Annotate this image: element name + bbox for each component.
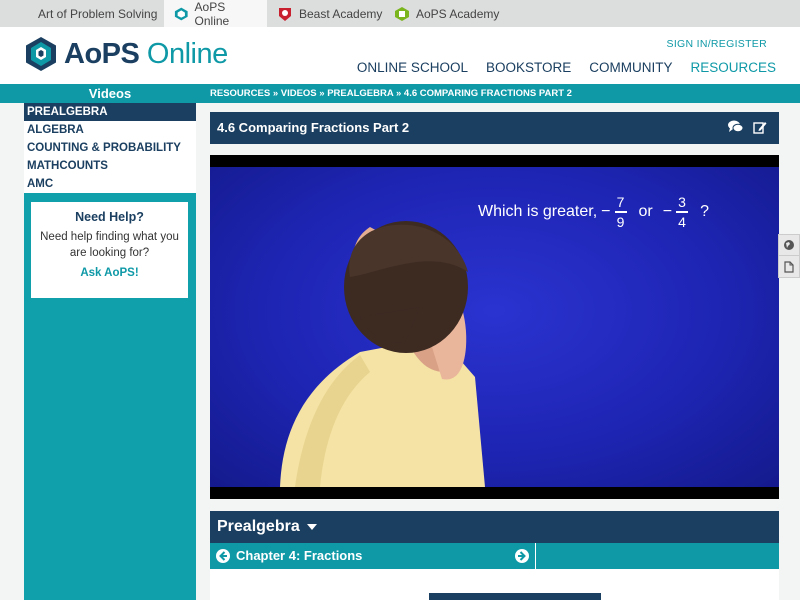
video-title: 4.6 Comparing Fractions Part 2 — [217, 120, 410, 135]
aops-cube-logo-icon — [26, 37, 56, 71]
need-help-box: Need Help? Need help finding what you ar… — [31, 202, 188, 298]
sidebar-item-prealgebra[interactable]: PREALGEBRA — [24, 103, 196, 121]
document-icon — [784, 260, 794, 273]
sidebar-item-algebra[interactable]: ALGEBRA — [24, 121, 196, 139]
aops-online-logo[interactable]: AoPS Online — [24, 36, 228, 72]
section-title: Videos — [88, 86, 132, 101]
previous-chapter-icon[interactable] — [216, 549, 230, 563]
video-title-bar: 4.6 Comparing Fractions Part 2 — [210, 112, 779, 144]
site-link-aops-online[interactable]: AoPS Online — [164, 0, 267, 28]
sidebar-menu: PREALGEBRA ALGEBRA COUNTING & PROBABILIT… — [24, 103, 196, 193]
globe-icon — [784, 240, 794, 250]
sidebar-item-amc[interactable]: AMC — [24, 175, 196, 193]
aops-academy-icon — [395, 6, 409, 21]
logo-light-text: Online — [146, 37, 228, 70]
section-strip: Videos RESOURCES » VIDEOS » PREALGEBRA »… — [0, 84, 800, 103]
need-help-title: Need Help? — [75, 210, 144, 224]
nav-bookstore[interactable]: BOOKSTORE — [486, 60, 571, 75]
site-link-label: Art of Problem Solving — [38, 6, 158, 21]
course-panel: Prealgebra Chapter 4: Fractions — [210, 511, 779, 600]
chapter-selector: Chapter 4: Fractions — [210, 543, 536, 569]
presenter-image — [280, 221, 485, 487]
course-action-button[interactable] — [429, 593, 601, 600]
side-floating-buttons — [778, 234, 800, 278]
breadcrumb[interactable]: RESOURCES » VIDEOS » PREALGEBRA » 4.6 CO… — [210, 84, 572, 103]
next-chapter-icon[interactable] — [515, 549, 529, 563]
sign-in-register-link[interactable]: SIGN IN/REGISTER — [667, 38, 767, 50]
aops-online-icon — [174, 7, 188, 20]
document-button[interactable] — [778, 256, 800, 278]
site-switcher-bar: Art of Problem Solving AoPS Online Beast… — [0, 0, 800, 28]
site-link-aops[interactable]: Art of Problem Solving — [28, 0, 167, 27]
sidebar: PREALGEBRA ALGEBRA COUNTING & PROBABILIT… — [24, 103, 196, 600]
caret-down-icon — [307, 524, 318, 530]
video-frame: Which is greater, − 7 9 or − 3 4 ? — [210, 167, 779, 487]
site-link-label: Beast Academy — [299, 6, 383, 21]
site-link-label: AoPS Academy — [416, 6, 500, 21]
comments-icon[interactable] — [728, 120, 743, 134]
site-link-aops-academy[interactable]: AoPS Academy — [384, 0, 509, 27]
nav-community[interactable]: COMMUNITY — [589, 60, 672, 75]
video-player[interactable]: Which is greater, − 7 9 or − 3 4 ? — [210, 155, 779, 499]
edit-icon[interactable] — [753, 120, 767, 134]
sidebar-item-mathcounts[interactable]: MATHCOUNTS — [24, 157, 196, 175]
course-name: Prealgebra — [217, 518, 300, 535]
ask-aops-link[interactable]: Ask AoPS! — [31, 267, 188, 279]
course-dropdown[interactable]: Prealgebra — [210, 511, 779, 543]
chapter-navigation: Chapter 4: Fractions — [210, 543, 779, 569]
globe-button[interactable] — [778, 234, 800, 256]
sidebar-item-counting-probability[interactable]: COUNTING & PROBABILITY — [24, 139, 196, 157]
video-actions — [728, 120, 767, 134]
nav-online-school[interactable]: ONLINE SCHOOL — [357, 60, 468, 75]
main-nav: ONLINE SCHOOL BOOKSTORE COMMUNITY RESOUR… — [357, 60, 776, 75]
beast-academy-icon — [279, 7, 291, 21]
nav-resources[interactable]: RESOURCES — [690, 60, 776, 75]
site-link-beast-academy[interactable]: Beast Academy — [267, 0, 392, 27]
logo-bold-text: AoPS — [64, 37, 140, 70]
need-help-text: Need help finding what you are looking f… — [40, 231, 179, 259]
logo-wordmark: AoPS Online — [64, 38, 228, 71]
site-link-label: AoPS Online — [194, 0, 230, 28]
chapter-title[interactable]: Chapter 4: Fractions — [236, 548, 362, 563]
site-header: AoPS Online SIGN IN/REGISTER ONLINE SCHO… — [0, 27, 800, 84]
